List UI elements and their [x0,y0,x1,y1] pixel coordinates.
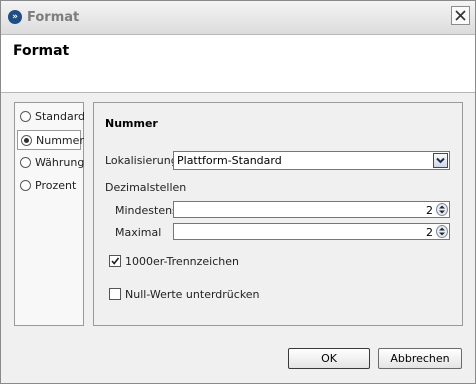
format-dialog: » Format Format Standard Nummer Währung … [0,0,476,384]
thousands-separator-checkbox[interactable] [109,255,121,267]
radio-prozent[interactable]: Prozent [17,176,81,196]
radio-button[interactable] [20,157,31,168]
radio-button[interactable] [20,180,31,191]
spinner-buttons[interactable] [436,203,448,216]
max-label: Maximal [115,226,162,239]
thousands-separator-label[interactable]: 1000er-Trennzeichen [125,255,239,268]
section-title: Nummer [105,117,158,130]
localization-select[interactable]: Plattform-Standard [173,151,450,170]
chevron-down-icon [436,157,445,164]
cancel-button[interactable]: Abbrechen [378,348,462,369]
decimals-label: Dezimalstellen [105,181,187,194]
radio-label: Währung [35,156,85,169]
radio-standard[interactable]: Standard [17,107,85,127]
min-decimals-value: 2 [426,204,433,217]
min-decimals-spinner[interactable]: 2 [173,201,450,218]
app-icon: » [8,10,22,24]
radio-label: Nummer [36,134,84,147]
close-icon [455,10,466,21]
dialog-header: Format [1,35,475,93]
radio-label: Standard [35,110,86,123]
radio-waehrung[interactable]: Währung [17,153,85,173]
up-down-arrows-icon [439,205,445,214]
close-button[interactable] [451,6,470,25]
format-type-list: Standard Nummer Währung Prozent [14,102,85,326]
window-title: Format [27,10,80,25]
ok-button[interactable]: OK [288,348,370,369]
spinner-buttons[interactable] [436,225,448,238]
max-decimals-value: 2 [426,226,433,239]
up-down-arrows-icon [439,227,445,236]
radio-nummer[interactable]: Nummer [17,130,84,150]
check-icon [111,257,120,265]
suppress-zero-checkbox[interactable] [109,288,121,300]
max-decimals-spinner[interactable]: 2 [173,223,450,240]
localization-label: Lokalisierung [105,154,178,167]
number-settings-panel: Nummer Lokalisierung Plattform-Standard … [93,102,463,326]
radio-label: Prozent [35,179,77,192]
localization-value: Plattform-Standard [177,154,282,167]
suppress-zero-label[interactable]: Null-Werte unterdrücken [125,288,260,301]
dropdown-button[interactable] [433,153,448,168]
min-label: Mindestens [115,204,178,217]
radio-button[interactable] [20,111,31,122]
title-bar: » Format [1,1,475,35]
header-title: Format [13,43,70,59]
radio-button[interactable] [21,135,32,146]
